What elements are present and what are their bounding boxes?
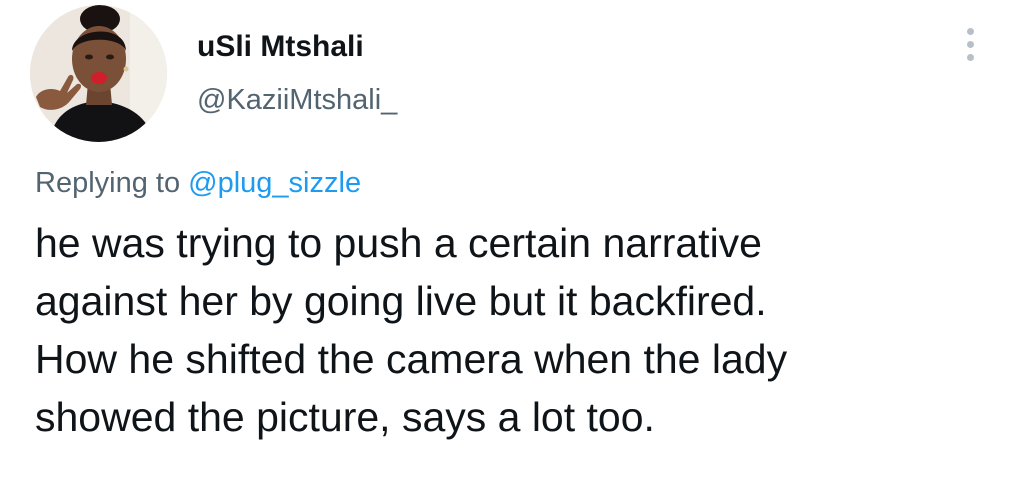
more-dot — [967, 28, 974, 35]
user-handle[interactable]: @KaziiMtshali_ — [197, 84, 397, 117]
tweet: uSli Mtshali @KaziiMtshali_ Replying to … — [0, 0, 1024, 483]
more-dot — [967, 54, 974, 61]
more-dot — [967, 41, 974, 48]
more-vertical-icon[interactable] — [958, 26, 984, 64]
replying-prefix: Replying to — [35, 167, 189, 199]
replying-to-mention[interactable]: @plug_sizzle — [188, 167, 361, 199]
tweet-text-line: he was trying to push a certain narrativ… — [35, 220, 762, 266]
tweet-text-line: against her by going live but it backfir… — [35, 278, 767, 324]
avatar[interactable] — [30, 5, 167, 142]
tweet-text-line: showed the picture, says a lot too. — [35, 394, 655, 440]
tweet-text-line: How he shifted the camera when the lady — [35, 336, 788, 382]
tweet-text: he was trying to push a certain narrativ… — [35, 214, 1005, 446]
replying-to: Replying to @plug_sizzle — [35, 167, 361, 200]
display-name[interactable]: uSli Mtshali — [197, 30, 364, 64]
avatar-photo — [30, 5, 167, 142]
